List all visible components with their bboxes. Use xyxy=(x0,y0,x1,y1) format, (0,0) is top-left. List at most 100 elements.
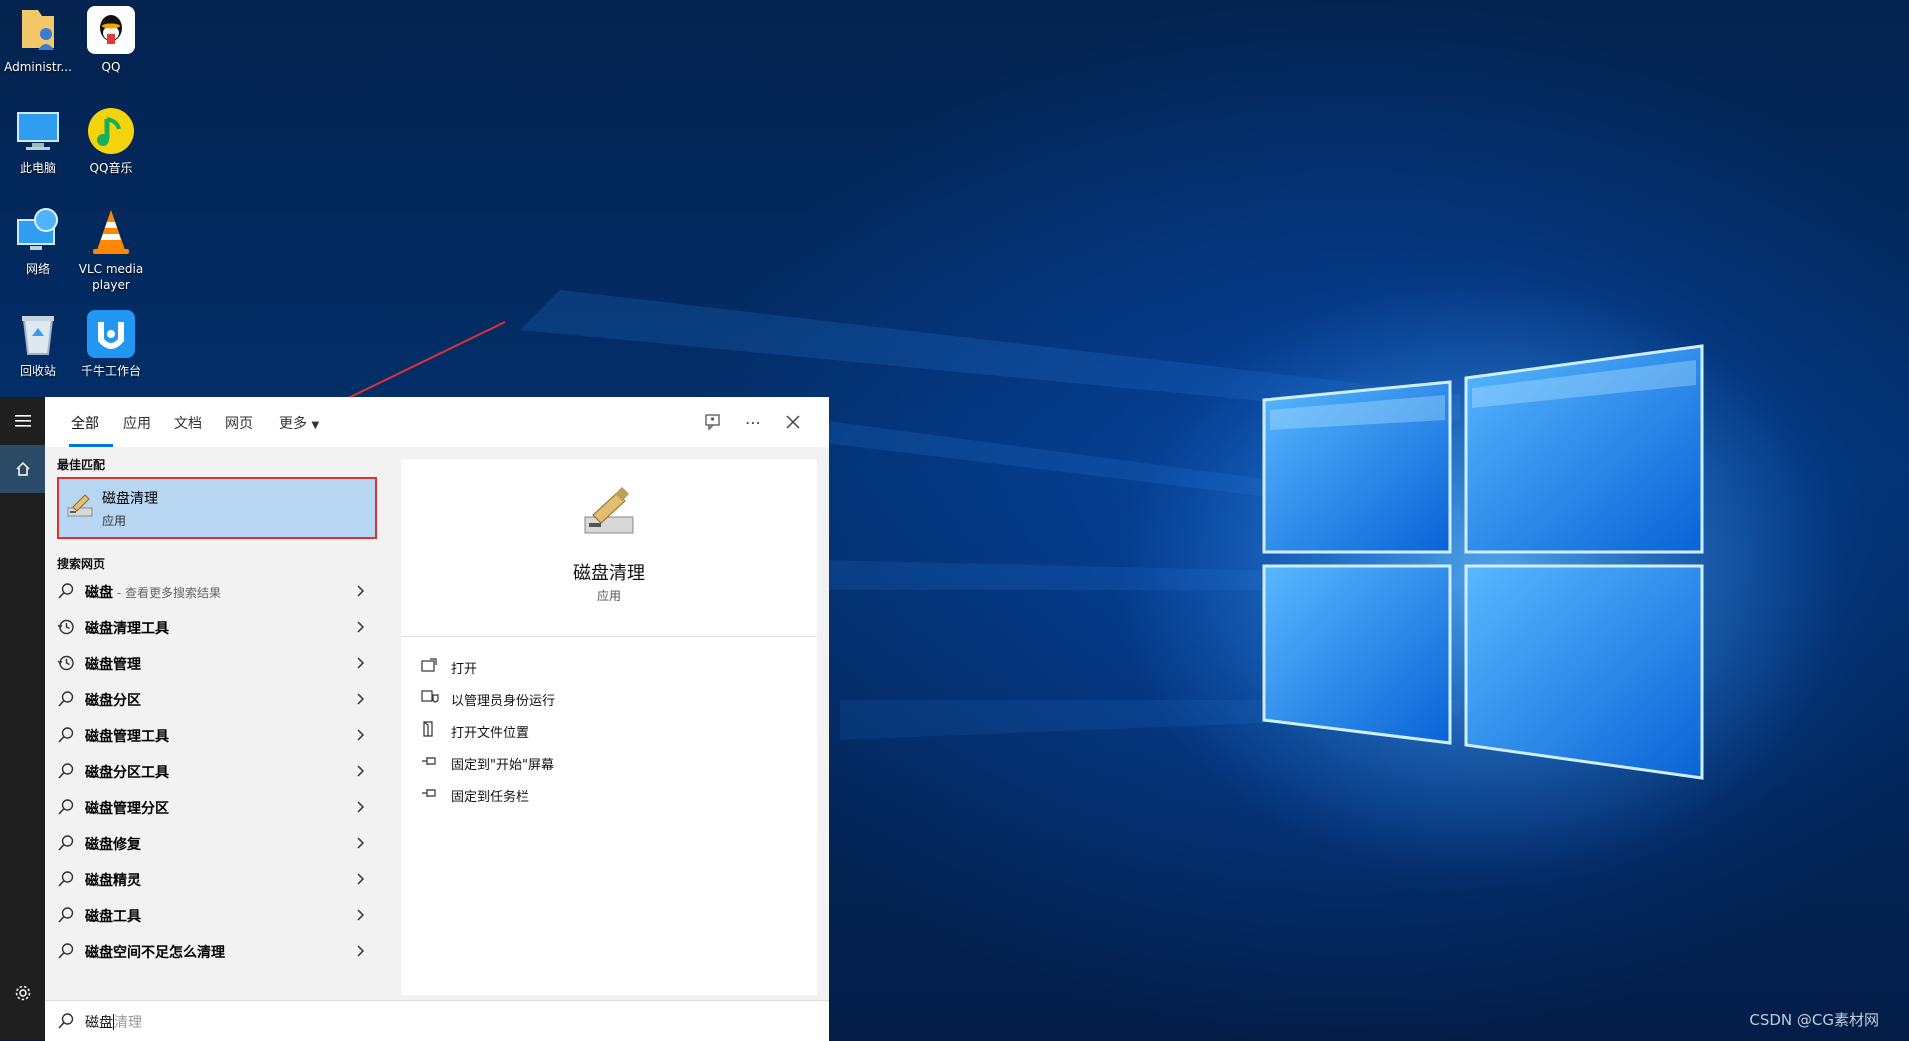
web-result-row[interactable]: 磁盘清理工具 xyxy=(45,609,390,645)
chevron-right-icon[interactable] xyxy=(353,655,367,669)
action-pin-to-start[interactable]: 固定到"开始"屏幕 xyxy=(421,750,801,774)
computer-icon xyxy=(12,105,64,157)
search-autocomplete-text: 清理 xyxy=(114,1015,142,1031)
desktop-icon-vlc[interactable]: VLC media player xyxy=(73,204,149,293)
search-icon xyxy=(57,582,75,600)
gear-icon xyxy=(15,985,30,1001)
detail-app-type: 应用 xyxy=(596,589,621,603)
web-result-text: 磁盘管理工具 xyxy=(85,726,169,746)
web-result-query: 磁盘修复 xyxy=(85,837,141,853)
web-result-text: 磁盘修复 xyxy=(85,834,141,854)
action-label: 固定到任务栏 xyxy=(451,790,530,805)
chevron-right-icon[interactable] xyxy=(353,907,367,921)
web-result-row[interactable]: 磁盘分区工具 xyxy=(45,753,390,789)
disk-cleanup-large-icon xyxy=(577,486,641,543)
desktop-icon-label: 网络 xyxy=(25,262,50,276)
desktop-icon-qq[interactable]: QQ xyxy=(73,2,149,75)
history-icon xyxy=(57,654,75,672)
search-box[interactable]: 磁盘清理 xyxy=(45,1000,829,1041)
desktop-icon-this-pc[interactable]: 此电脑 xyxy=(0,103,76,176)
search-icon xyxy=(57,942,75,960)
desktop-icon-label: 千牛工作台 xyxy=(80,364,141,378)
web-result-row[interactable]: 磁盘修复 xyxy=(45,825,390,861)
divider xyxy=(401,636,817,637)
action-pin-to-taskbar[interactable]: 固定到任务栏 xyxy=(421,782,801,806)
qianniu-icon xyxy=(85,308,137,360)
web-result-query: 磁盘管理工具 xyxy=(85,729,169,745)
web-result-query: 磁盘工具 xyxy=(85,909,141,925)
tab-all[interactable]: 全部 xyxy=(71,413,99,433)
home-button[interactable] xyxy=(0,445,45,493)
search-icon xyxy=(57,1012,75,1030)
home-icon xyxy=(15,461,30,476)
action-open[interactable]: 打开 xyxy=(421,654,801,678)
desktop-icon-label: QQ xyxy=(101,60,121,74)
action-label: 打开文件位置 xyxy=(451,726,530,741)
tab-more[interactable]: 更多 ▼ xyxy=(279,413,319,433)
chevron-right-icon[interactable] xyxy=(353,799,367,813)
search-icon xyxy=(57,726,75,744)
best-match-item[interactable]: 磁盘清理 应用 xyxy=(57,477,377,539)
qq-icon xyxy=(85,4,137,56)
desktop-icon-recycle-bin[interactable]: 回收站 xyxy=(0,306,76,379)
action-run-as-admin[interactable]: 以管理员身份运行 xyxy=(421,686,801,710)
web-result-query: 磁盘分区工具 xyxy=(85,765,169,781)
web-result-text: 磁盘管理分区 xyxy=(85,798,169,818)
web-result-text: 磁盘空间不足怎么清理 xyxy=(85,942,225,962)
web-result-text: 磁盘管理 xyxy=(85,654,141,674)
qq-music-icon xyxy=(85,105,137,157)
action-label: 以管理员身份运行 xyxy=(451,694,556,709)
chevron-right-icon[interactable] xyxy=(353,943,367,957)
web-result-text: 磁盘工具 xyxy=(85,906,141,926)
web-result-row[interactable]: 磁盘管理 xyxy=(45,645,390,681)
tab-apps[interactable]: 应用 xyxy=(123,413,151,433)
chevron-right-icon[interactable] xyxy=(353,835,367,849)
tab-web[interactable]: 网页 xyxy=(225,413,253,433)
desktop-icon-label: 回收站 xyxy=(19,364,56,378)
desktop-icon-qq-music[interactable]: QQ音乐 xyxy=(73,103,149,176)
desktop-icon-label: VLC media player xyxy=(78,262,144,292)
chevron-right-icon[interactable] xyxy=(353,871,367,885)
web-result-text: 磁盘清理工具 xyxy=(85,618,169,638)
menu-icon xyxy=(14,415,31,427)
web-result-query: 磁盘清理工具 xyxy=(85,621,169,637)
web-result-text: 磁盘精灵 xyxy=(85,870,141,890)
web-result-row[interactable]: 磁盘空间不足怎么清理 xyxy=(45,933,390,969)
desktop-icon-label: 此电脑 xyxy=(19,161,56,175)
chevron-right-icon[interactable] xyxy=(353,583,367,597)
web-result-row[interactable]: 磁盘工具 xyxy=(45,897,390,933)
search-icon xyxy=(57,870,75,888)
detail-app-name: 磁盘清理 xyxy=(573,563,645,584)
chevron-right-icon[interactable] xyxy=(353,763,367,777)
action-label: 固定到"开始"屏幕 xyxy=(451,758,554,773)
hamburger-menu-button[interactable] xyxy=(0,397,45,445)
desktop-icon-qianniu[interactable]: 千牛工作台 xyxy=(73,306,149,379)
more-options-button[interactable]: ⋯ xyxy=(739,409,767,435)
recycle-bin-icon xyxy=(12,308,64,360)
tab-documents[interactable]: 文档 xyxy=(174,413,202,433)
web-result-row[interactable]: 磁盘分区 xyxy=(45,681,390,717)
desktop-icon-administrator[interactable]: Administr... xyxy=(0,2,76,75)
web-result-row[interactable]: 磁盘管理工具 xyxy=(45,717,390,753)
feedback-button[interactable] xyxy=(699,409,727,435)
chevron-right-icon[interactable] xyxy=(353,691,367,705)
web-result-text: 磁盘分区工具 xyxy=(85,762,169,782)
action-open-file-location[interactable]: 打开文件位置 xyxy=(421,718,801,742)
chevron-right-icon[interactable] xyxy=(353,727,367,741)
settings-button[interactable] xyxy=(0,969,45,1017)
web-result-query: 磁盘精灵 xyxy=(85,873,141,889)
web-search-heading: 搜索网页 xyxy=(57,557,106,571)
web-result-row[interactable]: 磁盘精灵 xyxy=(45,861,390,897)
web-result-query: 磁盘空间不足怎么清理 xyxy=(85,945,225,961)
desktop-icon-label: Administr... xyxy=(4,60,72,74)
web-result-row[interactable]: 磁盘 - 查看更多搜索结果 xyxy=(45,573,390,609)
desktop-icon-network[interactable]: 网络 xyxy=(0,204,76,277)
open-icon xyxy=(421,657,439,673)
search-icon xyxy=(57,834,75,852)
web-result-row[interactable]: 磁盘管理分区 xyxy=(45,789,390,825)
close-button[interactable] xyxy=(779,409,807,435)
chevron-right-icon[interactable] xyxy=(353,619,367,633)
search-tabbar: 全部 应用 文档 网页 更多 ▼ ⋯ xyxy=(45,397,829,447)
search-input[interactable]: 磁盘清理 xyxy=(85,1012,142,1032)
search-icon xyxy=(57,762,75,780)
